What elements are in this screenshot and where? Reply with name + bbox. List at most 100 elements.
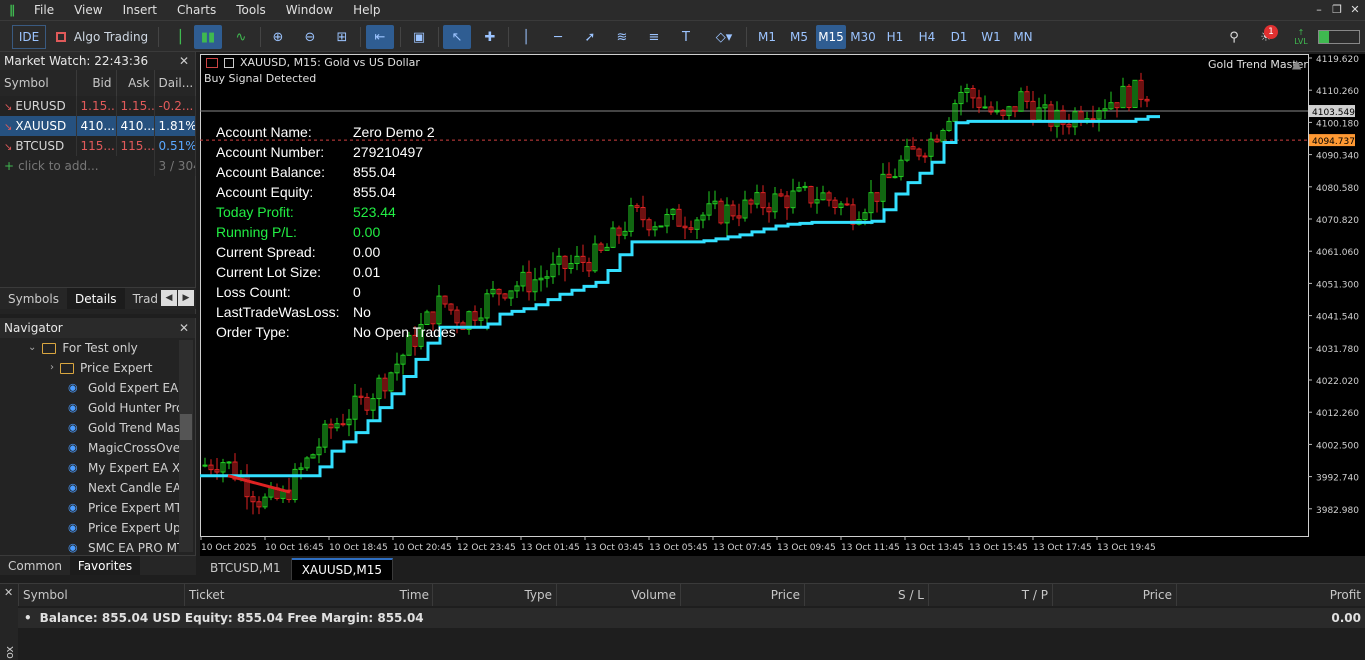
account-label: LastTradeWasLoss: [216,304,340,320]
col-symbol[interactable]: Symbol [0,70,77,96]
fibonacci-icon[interactable]: ≡ [642,25,666,49]
price-label: 4012.260 [1316,409,1359,419]
channel-icon[interactable]: ≋ [610,25,634,49]
navigator-scrollbar[interactable] [179,340,193,552]
toolbar: IDE Algo Trading ▕ ▮▮ ∿ ⊕ ⊖ ⊞ ⇤ ▣ ↖ ✚ │ … [0,20,1365,52]
bar-chart-icon[interactable]: ▕ [164,25,188,49]
timeframe-m1[interactable]: M1 [752,25,782,49]
price-chart[interactable]: 4119.620 4110.260 4100.180 4090.340 4080.580… [200,54,1365,556]
nav-ea-item[interactable]: ◉ MagicCrossOver [68,438,185,458]
col-sl[interactable]: S / L [804,584,928,606]
algo-trading-button[interactable]: Algo Trading [54,25,150,49]
zoom-out-icon[interactable]: ⊖ [298,25,322,49]
nav-folder-test[interactable]: ⌄ For Test only [28,338,138,358]
shapes-menu-icon[interactable]: ◇▾ [706,25,742,49]
expert-advisor-icon: ◉ [68,381,78,394]
table-row[interactable]: ↘ XAUUSD 410... 410... 1.81% [0,116,196,136]
navigator-panel: Navigator ✕ ⌄ For Test only › Price Expe… [0,318,196,574]
down-arrow-icon: ↘ [4,142,13,153]
account-label: Account Equity: [216,184,314,200]
nav-ea-item[interactable]: ◉ Next Candle EA 1 [68,478,193,498]
scroll-thumb[interactable] [180,414,192,440]
daily-change: 1.81% [154,116,196,136]
col-daily[interactable]: Dail... [154,70,196,96]
nav-ea-item[interactable]: ◉ Price Expert Upd [68,518,188,538]
chart-menu-icon[interactable] [206,58,218,68]
horizontal-line-icon[interactable]: ─ [546,25,570,49]
menu-help[interactable]: Help [343,0,390,20]
tab-common[interactable]: Common [0,556,70,575]
timeframe-d1[interactable]: D1 [944,25,974,49]
menu-file[interactable]: File [24,0,64,20]
line-chart-icon[interactable]: ∿ [228,25,254,49]
menu-window[interactable]: Window [276,0,343,20]
restore-icon[interactable]: ❐ [1328,0,1346,20]
market-watch-tabs: Symbols Details Trad ◀ ▶ [0,287,196,309]
col-type[interactable]: Type [432,584,556,606]
candlestick-chart-icon[interactable]: ▮▮ [194,25,222,49]
ask-value: 410... [116,116,155,136]
tab-favorites[interactable]: Favorites [70,556,140,575]
nav-folder-price-expert[interactable]: › Price Expert [50,358,152,378]
close-icon[interactable]: ✕ [179,318,189,338]
tab-symbols[interactable]: Symbols [0,288,67,309]
auto-scroll-icon[interactable]: ⇤ [366,25,394,49]
add-symbol-row[interactable]: +click to add... 3 / 304 [0,156,196,176]
menu-insert[interactable]: Insert [113,0,167,20]
tab-btcusd-m1[interactable]: BTCUSD,M1 [200,558,292,580]
trendline-icon[interactable]: ➚ [578,25,602,49]
col-profit[interactable]: Profit [1176,584,1365,606]
cursor-icon[interactable]: ↖ [443,25,471,49]
col-time[interactable]: Time [361,584,433,606]
nav-ea-item[interactable]: ◉ Gold Trend Maste [68,418,192,438]
tile-windows-icon[interactable]: ⊞ [330,25,354,49]
col-current-price[interactable]: Price [1052,584,1176,606]
price-label: 4070.820 [1316,216,1359,226]
scroll-left-icon[interactable]: ◀ [161,290,177,306]
timeframe-m5[interactable]: M5 [784,25,814,49]
nav-ea-item[interactable]: ◉ Gold Expert EA M [68,378,193,398]
account-value: No [353,304,371,320]
col-symbol[interactable]: Symbol [18,584,184,606]
screenshot-icon[interactable]: ▣ [406,25,432,49]
col-price[interactable]: Price [680,584,804,606]
menu-tools[interactable]: Tools [226,0,276,20]
chart-window-icon[interactable] [224,58,234,68]
col-ask[interactable]: Ask [116,70,155,96]
bull-candle [202,464,208,467]
nav-ea-item[interactable]: ◉ Price Expert MTF [68,498,189,518]
daily-change: -0.2... [154,96,196,116]
text-tool-icon[interactable]: T [674,25,698,49]
scroll-right-icon[interactable]: ▶ [178,290,194,306]
table-row[interactable]: ↘ BTCUSD 115... 115... 0.51% [0,136,196,156]
minimize-icon[interactable]: – [1310,0,1328,20]
balance-row[interactable]: • Balance: 855.04 USD Equity: 855.04 Free… [18,608,1365,628]
search-icon[interactable]: ⚲ [1222,25,1246,49]
col-tp[interactable]: T / P [928,584,1052,606]
ide-button[interactable]: IDE [12,25,46,49]
menu-view[interactable]: View [64,0,112,20]
crosshair-icon[interactable]: ✚ [478,25,502,49]
timeframe-m30[interactable]: M30 [848,25,878,49]
timeframe-mn[interactable]: MN [1008,25,1038,49]
timeframe-w1[interactable]: W1 [976,25,1006,49]
bull-candle [226,461,232,464]
zoom-in-icon[interactable]: ⊕ [266,25,290,49]
col-volume[interactable]: Volume [556,584,680,606]
price-label: 4100.180 [1316,119,1359,129]
col-bid[interactable]: Bid [76,70,117,96]
menu-charts[interactable]: Charts [167,0,226,20]
signal-strength-icon[interactable]: ↑ LVL [1290,25,1312,49]
close-icon[interactable]: ✕ [179,52,189,70]
timeframe-h4[interactable]: H4 [912,25,942,49]
table-row[interactable]: ↘EURUSD 1.15... 1.15... -0.2... [0,96,196,116]
timeframe-h1[interactable]: H1 [880,25,910,49]
tab-details[interactable]: Details [66,288,125,309]
timeframe-m15[interactable]: M15 [816,25,846,49]
vertical-line-icon[interactable]: │ [514,25,538,49]
nav-ea-item[interactable]: ◉ My Expert EA X [68,458,180,478]
nav-ea-item[interactable]: ◉ Gold Hunter Pro [68,398,184,418]
close-icon[interactable]: ✕ [0,584,18,599]
close-icon[interactable]: ✕ [1346,0,1364,20]
tab-xauusd-m15[interactable]: XAUUSD,M15 [291,558,393,580]
